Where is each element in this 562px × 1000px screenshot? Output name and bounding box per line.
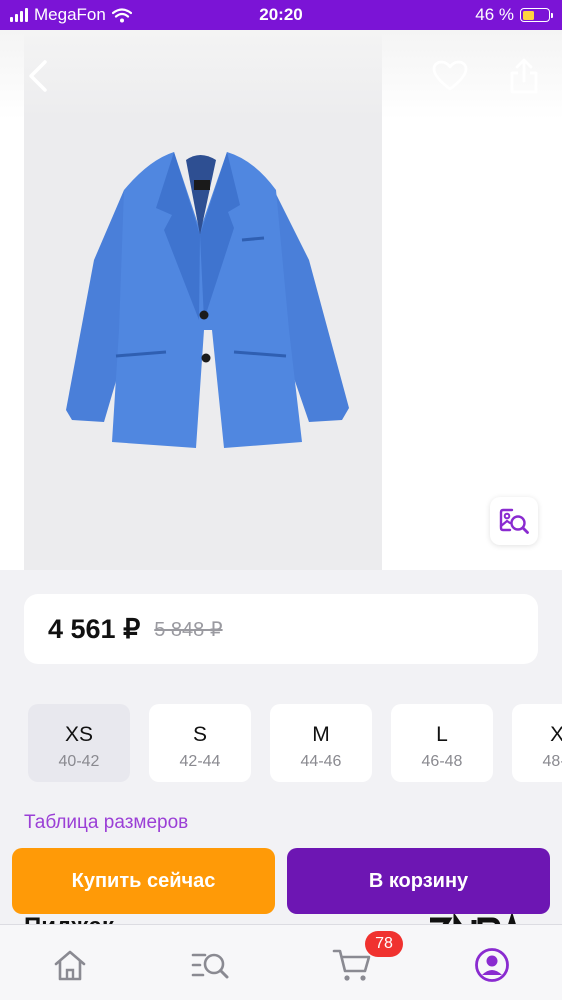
bottom-tab-bar: 78 (0, 924, 562, 1000)
profile-icon (475, 948, 509, 982)
catalog-search-icon (191, 953, 229, 979)
share-button[interactable] (504, 54, 544, 98)
size-option-xs[interactable]: XS 40-42 (28, 704, 130, 782)
tab-home[interactable] (48, 943, 92, 987)
size-selector: XS 40-42 S 42-44 M 44-46 L 46-48 XL 48-5… (0, 704, 562, 782)
cart-icon (332, 949, 371, 981)
back-arrow-icon (29, 60, 47, 92)
back-button[interactable] (18, 56, 58, 96)
image-search-icon (499, 508, 529, 534)
size-option-l[interactable]: L 46-48 (391, 704, 493, 782)
size-option-s[interactable]: S 42-44 (149, 704, 251, 782)
size-range: 42-44 (179, 753, 221, 770)
size-label: M (312, 723, 330, 746)
current-price: 4 561 ₽ (48, 613, 141, 644)
size-label: XL (550, 723, 562, 746)
size-range: 46-48 (421, 753, 463, 770)
status-bar: MegaFon 20:20 46 % (0, 0, 562, 30)
size-label: S (192, 723, 207, 746)
heart-icon (432, 60, 468, 91)
tab-catalog[interactable] (188, 943, 232, 987)
size-range: 44-46 (300, 753, 342, 770)
battery-level (522, 10, 534, 20)
size-option-xl[interactable]: XL 48-50 (512, 704, 562, 782)
cart-count-badge: 78 (365, 931, 403, 957)
purchase-actions: Купить сейчас В корзину (0, 840, 562, 924)
size-label: L (436, 723, 448, 746)
tab-profile[interactable] (470, 943, 514, 987)
size-label: XS (64, 723, 93, 746)
size-range: 48-50 (542, 753, 562, 770)
size-chart-link[interactable]: Таблица размеров (24, 812, 188, 834)
header-gradient (0, 30, 562, 120)
status-right: 46 % (475, 0, 553, 30)
size-option-m[interactable]: M 44-46 (270, 704, 372, 782)
battery-icon (520, 8, 553, 22)
old-price: 5 848 ₽ (154, 618, 223, 641)
buy-now-button[interactable]: Купить сейчас (12, 848, 275, 914)
product-gallery[interactable] (0, 30, 562, 570)
battery-percent: 46 % (475, 5, 514, 24)
share-icon (510, 58, 538, 94)
add-to-cart-button[interactable]: В корзину (287, 848, 550, 914)
price-card: 4 561 ₽ 5 848 ₽ (24, 594, 538, 664)
home-icon (54, 950, 86, 981)
favorite-button[interactable] (428, 56, 472, 96)
size-range: 40-42 (58, 753, 100, 770)
image-search-button[interactable] (490, 497, 538, 545)
